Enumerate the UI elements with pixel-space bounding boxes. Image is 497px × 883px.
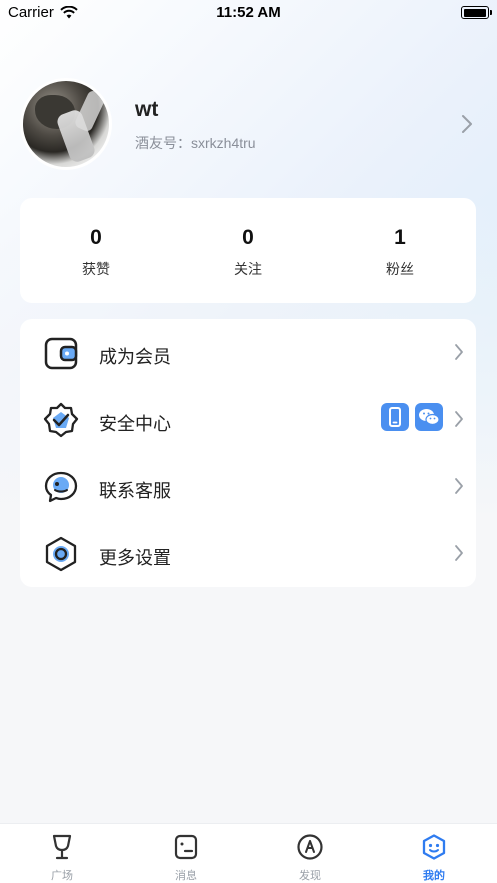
tab-label: 消息 bbox=[175, 870, 197, 882]
chevron-right-icon bbox=[455, 344, 463, 360]
stat-following[interactable]: 0 关注 bbox=[172, 198, 324, 303]
shield-check-icon bbox=[43, 402, 79, 438]
stat-label: 获赞 bbox=[82, 261, 110, 277]
menu-label: 成为会员 bbox=[99, 347, 171, 367]
chevron-right-icon bbox=[455, 411, 463, 427]
chevron-right-icon bbox=[455, 545, 463, 561]
menu-item-customer-service[interactable]: 联系客服 bbox=[20, 453, 476, 520]
tab-label: 发现 bbox=[299, 870, 321, 882]
chevron-right-icon bbox=[455, 478, 463, 494]
avatar[interactable] bbox=[20, 78, 112, 170]
tab-discover[interactable]: 发现 bbox=[248, 824, 372, 883]
phone-icon[interactable] bbox=[381, 403, 409, 431]
wine-glass-icon bbox=[52, 834, 72, 860]
wechat-icon[interactable] bbox=[415, 403, 443, 431]
menu-label: 更多设置 bbox=[99, 548, 171, 568]
stat-label: 关注 bbox=[234, 261, 262, 277]
menu-item-settings[interactable]: 更多设置 bbox=[20, 520, 476, 587]
tab-bar: 广场 消息 发现 我的 bbox=[0, 823, 497, 883]
user-id: 酒友号：sxrkzh4tru bbox=[135, 135, 256, 151]
stat-label: 粉丝 bbox=[386, 261, 414, 277]
stat-value: 1 bbox=[394, 226, 406, 249]
stats-card: 0 获赞 0 关注 1 粉丝 bbox=[20, 198, 476, 303]
message-icon bbox=[174, 834, 198, 860]
tab-label: 我的 bbox=[423, 870, 445, 882]
battery-icon bbox=[461, 6, 492, 19]
wallet-icon bbox=[44, 337, 78, 370]
menu-item-security[interactable]: 安全中心 bbox=[20, 386, 476, 453]
compass-icon bbox=[297, 834, 323, 860]
menu-card: 成为会员 安全中心 联系客服 更多设置 bbox=[20, 319, 476, 587]
profile-header[interactable]: wt 酒友号：sxrkzh4tru bbox=[20, 78, 477, 170]
tab-plaza[interactable]: 广场 bbox=[0, 824, 124, 883]
username: wt bbox=[135, 98, 159, 121]
profile-face-icon bbox=[422, 834, 446, 860]
menu-item-membership[interactable]: 成为会员 bbox=[20, 319, 476, 386]
settings-hexagon-icon bbox=[45, 536, 77, 572]
stat-value: 0 bbox=[242, 226, 254, 249]
menu-label: 联系客服 bbox=[99, 481, 171, 501]
clock: 11:52 AM bbox=[216, 4, 281, 21]
stat-fans[interactable]: 1 粉丝 bbox=[324, 198, 476, 303]
tab-mine[interactable]: 我的 bbox=[372, 824, 496, 883]
chat-bubble-icon bbox=[44, 471, 78, 503]
tab-label: 广场 bbox=[51, 870, 73, 882]
chevron-right-icon[interactable] bbox=[461, 114, 473, 134]
tab-messages[interactable]: 消息 bbox=[124, 824, 248, 883]
stat-value: 0 bbox=[90, 226, 102, 249]
menu-label: 安全中心 bbox=[99, 414, 171, 434]
status-bar: Carrier 11:52 AM bbox=[0, 0, 497, 26]
stat-likes[interactable]: 0 获赞 bbox=[20, 198, 172, 303]
